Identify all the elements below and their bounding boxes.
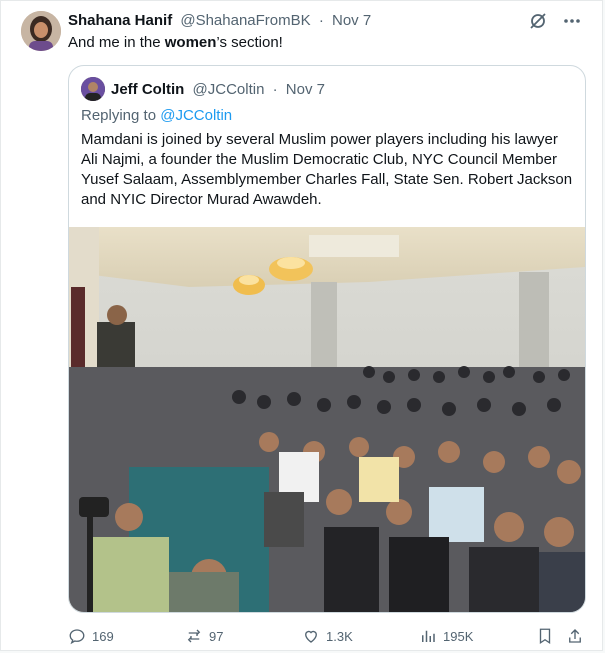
tweet-text-bold: women — [164, 34, 217, 51]
replying-to-label: Replying to — [81, 107, 161, 124]
separator-dot: · — [272, 81, 278, 98]
chandelier — [233, 275, 265, 295]
tweet-card[interactable]: Shahana Hanif @ShahanaFromBK · Nov 7 And… — [0, 0, 603, 651]
tweet-text-part: ’s section! — [216, 34, 283, 51]
quoted-tweet-photo[interactable] — [69, 227, 585, 612]
views-button[interactable]: 195K — [419, 625, 473, 647]
tweet-date[interactable]: Nov 7 — [332, 12, 371, 29]
like-icon — [305, 630, 317, 643]
chandelier — [269, 257, 313, 281]
repost-icon — [187, 629, 201, 643]
repost-button[interactable]: 97 — [185, 625, 223, 647]
replying-to: Replying to @JCColtin — [81, 107, 232, 124]
tweet-text: And me in the women’s section! — [68, 34, 283, 51]
tweet-text-part: And me in the — [68, 34, 165, 51]
bookmark-button[interactable] — [536, 625, 554, 647]
reply-count: 169 — [92, 628, 114, 644]
replying-to-handle[interactable]: @JCColtin — [160, 107, 232, 124]
separator-dot: · — [318, 12, 324, 29]
like-count: 1.3K — [326, 628, 353, 644]
views-icon — [422, 630, 435, 642]
repost-count: 97 — [209, 628, 224, 644]
quoted-author-handle[interactable]: @JCColtin — [193, 81, 265, 98]
share-button[interactable] — [566, 625, 584, 647]
share-icon — [569, 629, 581, 643]
author-handle[interactable]: @ShahanaFromBK — [180, 12, 310, 29]
grok-icon[interactable] — [528, 11, 548, 31]
more-icon[interactable] — [562, 11, 582, 31]
like-button[interactable]: 1.3K — [302, 625, 353, 647]
author-avatar[interactable] — [21, 11, 61, 51]
author-name[interactable]: Shahana Hanif — [68, 12, 172, 29]
reply-icon — [69, 629, 85, 645]
quoted-tweet-date[interactable]: Nov 7 — [286, 81, 325, 98]
quoted-author-name[interactable]: Jeff Coltin — [111, 81, 184, 98]
quoted-tweet[interactable]: Jeff Coltin @JCColtin · Nov 7 Replying t… — [68, 65, 586, 613]
views-count: 195K — [443, 628, 474, 644]
reply-button[interactable]: 169 — [68, 625, 114, 647]
quoted-tweet-text: Mamdani is joined by several Muslim powe… — [81, 131, 573, 208]
bookmark-icon — [539, 628, 551, 645]
quoted-author-avatar[interactable] — [81, 77, 105, 101]
